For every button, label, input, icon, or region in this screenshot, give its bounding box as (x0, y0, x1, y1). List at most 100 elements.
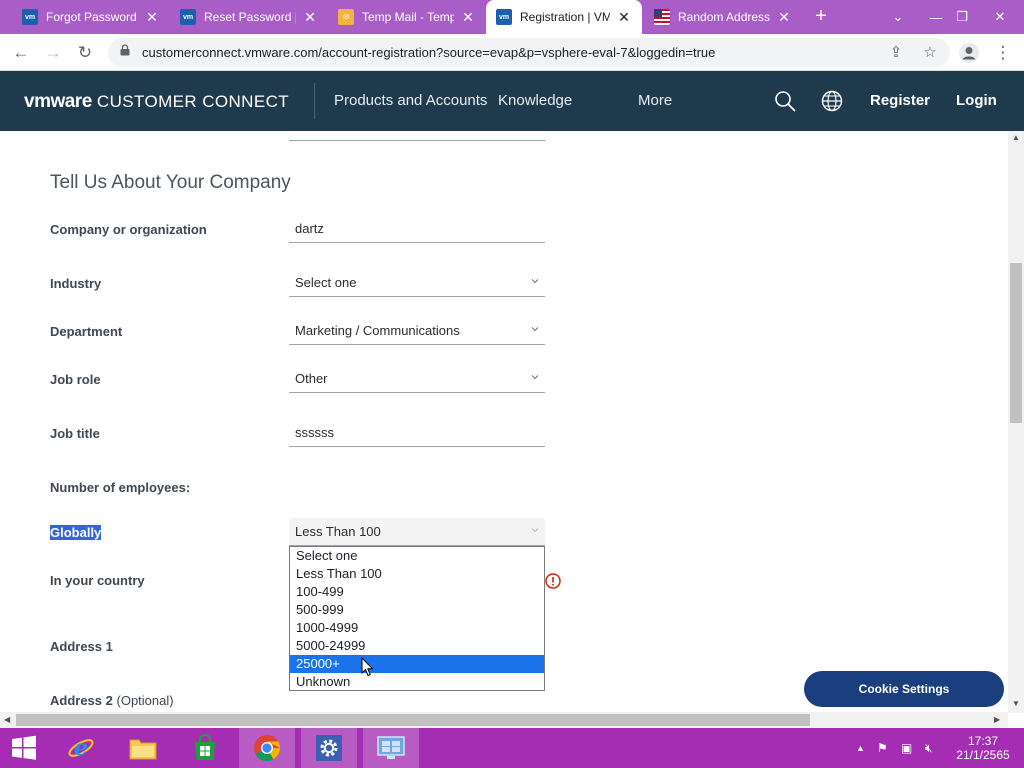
dropdown-option[interactable]: Unknown (290, 673, 544, 691)
vmware-favicon-icon: vm (496, 9, 512, 25)
num-employees-label: Number of employees: (50, 480, 191, 495)
browser-tab-strip: vm Forgot Password ✕ vm Reset Password |… (0, 0, 1024, 34)
share-icon[interactable]: ⇪ (886, 43, 906, 63)
vertical-scroll-thumb[interactable] (1010, 263, 1022, 423)
close-tab-icon[interactable]: ✕ (616, 10, 632, 24)
industry-label: Industry (50, 276, 102, 291)
reload-icon[interactable]: ↻ (72, 40, 98, 66)
profile-avatar-icon[interactable] (959, 43, 979, 63)
tab-title: Registration | VM (520, 10, 610, 24)
tab-title: Forgot Password (46, 10, 137, 24)
address-bar[interactable]: customerconnect.vmware.com/account-regis… (108, 38, 950, 67)
browser-tab-5[interactable]: Random Address ✕ (644, 0, 802, 34)
scroll-left-arrow-icon[interactable]: ◀ (4, 715, 10, 724)
chrome-icon (254, 735, 281, 762)
scroll-down-arrow-icon[interactable]: ▼ (1012, 699, 1020, 708)
scroll-up-arrow-icon[interactable]: ▲ (1012, 133, 1020, 142)
globally-label: Globally (50, 525, 102, 540)
bookmark-star-icon[interactable]: ☆ (920, 43, 940, 63)
taskbar-remote-desktop[interactable] (363, 728, 419, 768)
employees-dropdown-list: Select one Less Than 100 100-499 500-999… (289, 546, 545, 691)
svg-text:e: e (74, 735, 88, 761)
job-role-select[interactable]: Other (289, 365, 545, 393)
tab-title: Reset Password | (204, 10, 296, 24)
nav-products-and-accounts[interactable]: Products and Accounts (334, 92, 487, 109)
taskbar-settings[interactable] (301, 728, 357, 768)
internet-explorer-icon: e (68, 735, 94, 761)
network-icon[interactable]: ▣ (901, 741, 912, 755)
action-center-flag-icon[interactable]: ⚑ (877, 741, 888, 755)
registration-form: dartz Tell Us About Your Company Company… (0, 131, 1008, 713)
company-input[interactable]: dartz (289, 215, 545, 243)
gear-icon (316, 735, 342, 761)
nav-more[interactable]: More (638, 92, 672, 109)
dropdown-option[interactable]: 500-999 (290, 601, 544, 619)
store-icon (195, 734, 215, 760)
folder-icon (129, 739, 157, 760)
dropdown-option[interactable]: 1000-4999 (290, 619, 544, 637)
scroll-right-arrow-icon[interactable]: ▶ (994, 715, 1000, 724)
nav-knowledge[interactable]: Knowledge (498, 92, 572, 109)
dropdown-option[interactable]: Less Than 100 (290, 565, 544, 583)
login-link[interactable]: Login (956, 92, 997, 109)
cookie-settings-button[interactable]: Cookie Settings (804, 671, 1004, 707)
department-select[interactable]: Marketing / Communications (289, 317, 545, 345)
taskbar-file-explorer[interactable] (115, 728, 171, 768)
job-role-label: Job role (50, 372, 101, 387)
us-flag-favicon-icon (654, 9, 670, 25)
dropdown-option[interactable]: 100-499 (290, 583, 544, 601)
logo-vmware: vmware (24, 91, 92, 112)
last-name-input[interactable]: dartz (289, 131, 545, 141)
close-tab-icon[interactable]: ✕ (302, 10, 318, 24)
taskbar-chrome[interactable] (239, 728, 295, 768)
lock-icon (120, 44, 130, 56)
restore-icon[interactable]: ❐ (946, 0, 978, 34)
industry-value: Select one (295, 275, 357, 290)
close-tab-icon[interactable]: ✕ (144, 10, 160, 24)
browser-tab-2[interactable]: vm Reset Password | ✕ (170, 0, 328, 34)
clock-date: 21/1/2565 (956, 748, 1010, 762)
tab-title: Random Address (678, 10, 770, 24)
back-arrow-icon[interactable]: ← (8, 40, 34, 66)
browser-toolbar: ← → ↻ customerconnect.vmware.com/account… (0, 34, 1024, 71)
new-tab-icon[interactable]: + (809, 5, 833, 29)
vmware-favicon-icon: vm (22, 9, 38, 25)
show-hidden-icons-icon[interactable]: ▲ (856, 743, 865, 753)
windows-taskbar: e ▲ ⚑ ▣ 🔇︎ 17:37 21/1/2565 (0, 728, 1024, 768)
search-icon[interactable] (773, 89, 797, 113)
register-link[interactable]: Register (870, 92, 930, 109)
vertical-scrollbar[interactable]: ▲ ▼ (1008, 131, 1024, 713)
globe-icon[interactable] (820, 89, 844, 113)
vmware-customer-connect-logo[interactable]: vmware CUSTOMER CONNECT (24, 91, 289, 113)
remote-desktop-icon (377, 736, 405, 759)
taskbar-internet-explorer[interactable]: e (53, 728, 109, 768)
chevron-down-icon (531, 279, 539, 284)
browser-tab-active[interactable]: vm Registration | VM ✕ (486, 0, 642, 34)
optional-hint: (Optional) (116, 693, 174, 708)
job-title-input[interactable]: ssssss (289, 419, 545, 447)
horizontal-scrollbar[interactable]: ◀ ▶ (0, 712, 1008, 728)
mouse-cursor-icon (361, 657, 374, 677)
start-button[interactable] (0, 728, 48, 768)
horizontal-scroll-thumb[interactable] (16, 714, 810, 726)
industry-select[interactable]: Select one (289, 269, 545, 297)
dropdown-option[interactable]: 5000-24999 (290, 637, 544, 655)
dropdown-option[interactable]: Select one (290, 547, 544, 565)
close-window-icon[interactable]: ✕ (984, 0, 1016, 34)
forward-arrow-icon[interactable]: → (40, 40, 66, 66)
taskbar-store[interactable] (177, 728, 233, 768)
browser-tab-1[interactable]: vm Forgot Password ✕ (12, 0, 170, 34)
globally-select[interactable]: Less Than 100 (289, 518, 545, 546)
department-label: Department (50, 324, 123, 339)
browser-menu-icon[interactable]: ⋮ (990, 40, 1016, 66)
system-clock[interactable]: 17:37 21/1/2565 (950, 734, 1016, 762)
tab-search-icon[interactable]: ⌄ (882, 0, 914, 34)
tab-title: Temp Mail - Temp (362, 10, 454, 24)
browser-tab-3[interactable]: ✉ Temp Mail - Temp ✕ (328, 0, 486, 34)
dropdown-option-highlighted[interactable]: 25000+ (290, 655, 544, 673)
close-tab-icon[interactable]: ✕ (460, 10, 476, 24)
volume-muted-icon[interactable]: 🔇︎ (925, 741, 933, 756)
close-tab-icon[interactable]: ✕ (776, 10, 792, 24)
address2-label: Address 2 (Optional) (50, 693, 174, 708)
chevron-down-icon (531, 327, 539, 332)
